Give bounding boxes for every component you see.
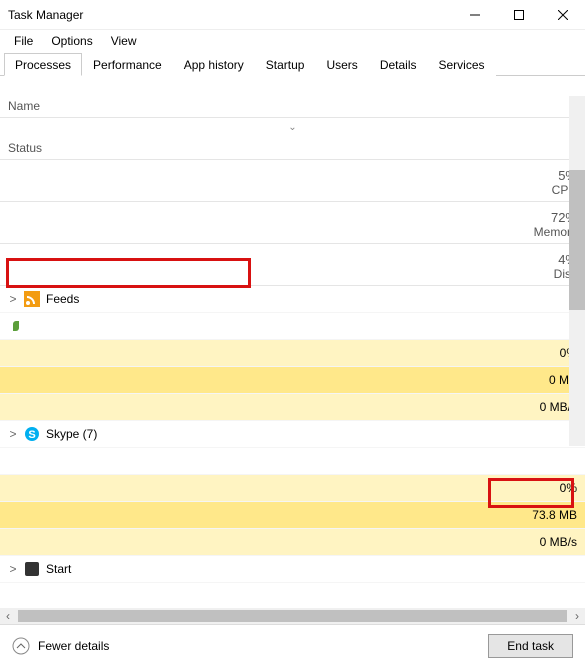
col-memory[interactable]: 72%Memory	[0, 202, 585, 244]
tab-details[interactable]: Details	[369, 53, 428, 76]
tabs: Processes Performance App history Startu…	[0, 52, 585, 76]
process-list[interactable]: >Feeds0%0 MB0 MB/s>SSkype (7)0%73.8 MB0 …	[0, 286, 585, 608]
sort-indicator-icon: ⌄	[8, 122, 577, 133]
horizontal-scrollbar[interactable]: ‹ ›	[0, 608, 585, 624]
tab-services[interactable]: Services	[428, 53, 496, 76]
cpu-cell: 0%	[0, 340, 585, 367]
memory-cell: 0 MB	[0, 367, 585, 394]
expand-icon[interactable]: >	[8, 562, 18, 576]
status-cell	[8, 321, 24, 331]
memory-cell: 73.8 MB	[0, 502, 585, 529]
minimize-button[interactable]	[453, 0, 497, 30]
window-title: Task Manager	[8, 8, 453, 22]
col-disk[interactable]: 4%Disk	[0, 244, 585, 286]
disk-cell: 0 MB/s	[0, 394, 585, 421]
horizontal-scroll-thumb[interactable]	[18, 610, 567, 622]
tab-apphistory[interactable]: App history	[173, 53, 255, 76]
close-button[interactable]	[541, 0, 585, 30]
tab-startup[interactable]: Startup	[255, 53, 316, 76]
tab-processes[interactable]: Processes	[4, 53, 82, 76]
disk-cell: 0 MB/s	[0, 529, 585, 556]
end-task-button[interactable]: End task	[488, 634, 573, 658]
process-name: Skype (7)	[46, 427, 97, 441]
energy-leaf-icon	[13, 321, 19, 331]
footer: Fewer details End task	[0, 624, 585, 666]
process-name: Start	[46, 562, 71, 576]
menu-file[interactable]: File	[6, 32, 41, 50]
tab-performance[interactable]: Performance	[82, 53, 173, 76]
menu-view[interactable]: View	[103, 32, 145, 50]
app-icon	[24, 291, 40, 307]
svg-text:S: S	[28, 429, 35, 441]
fewer-details-button[interactable]: Fewer details	[12, 637, 109, 655]
menubar: File Options View	[0, 30, 585, 52]
expand-icon[interactable]: >	[8, 427, 18, 441]
scroll-right-icon[interactable]: ›	[569, 609, 585, 623]
scroll-left-icon[interactable]: ‹	[0, 609, 16, 623]
maximize-button[interactable]	[497, 0, 541, 30]
expand-icon[interactable]: >	[8, 292, 18, 306]
cpu-cell: 0%	[0, 475, 585, 502]
vertical-scroll-thumb[interactable]	[569, 170, 585, 310]
tab-users[interactable]: Users	[315, 53, 368, 76]
col-status[interactable]: ⌄Status	[0, 118, 585, 160]
fewer-details-label: Fewer details	[38, 639, 109, 653]
col-name[interactable]: Name	[0, 76, 585, 118]
menu-options[interactable]: Options	[43, 32, 100, 50]
titlebar: Task Manager	[0, 0, 585, 30]
app-icon	[24, 561, 40, 577]
app-icon: S	[24, 426, 40, 442]
chevron-up-circle-icon	[12, 637, 30, 655]
process-name: Feeds	[46, 292, 79, 306]
col-cpu[interactable]: 5%CPU	[0, 160, 585, 202]
